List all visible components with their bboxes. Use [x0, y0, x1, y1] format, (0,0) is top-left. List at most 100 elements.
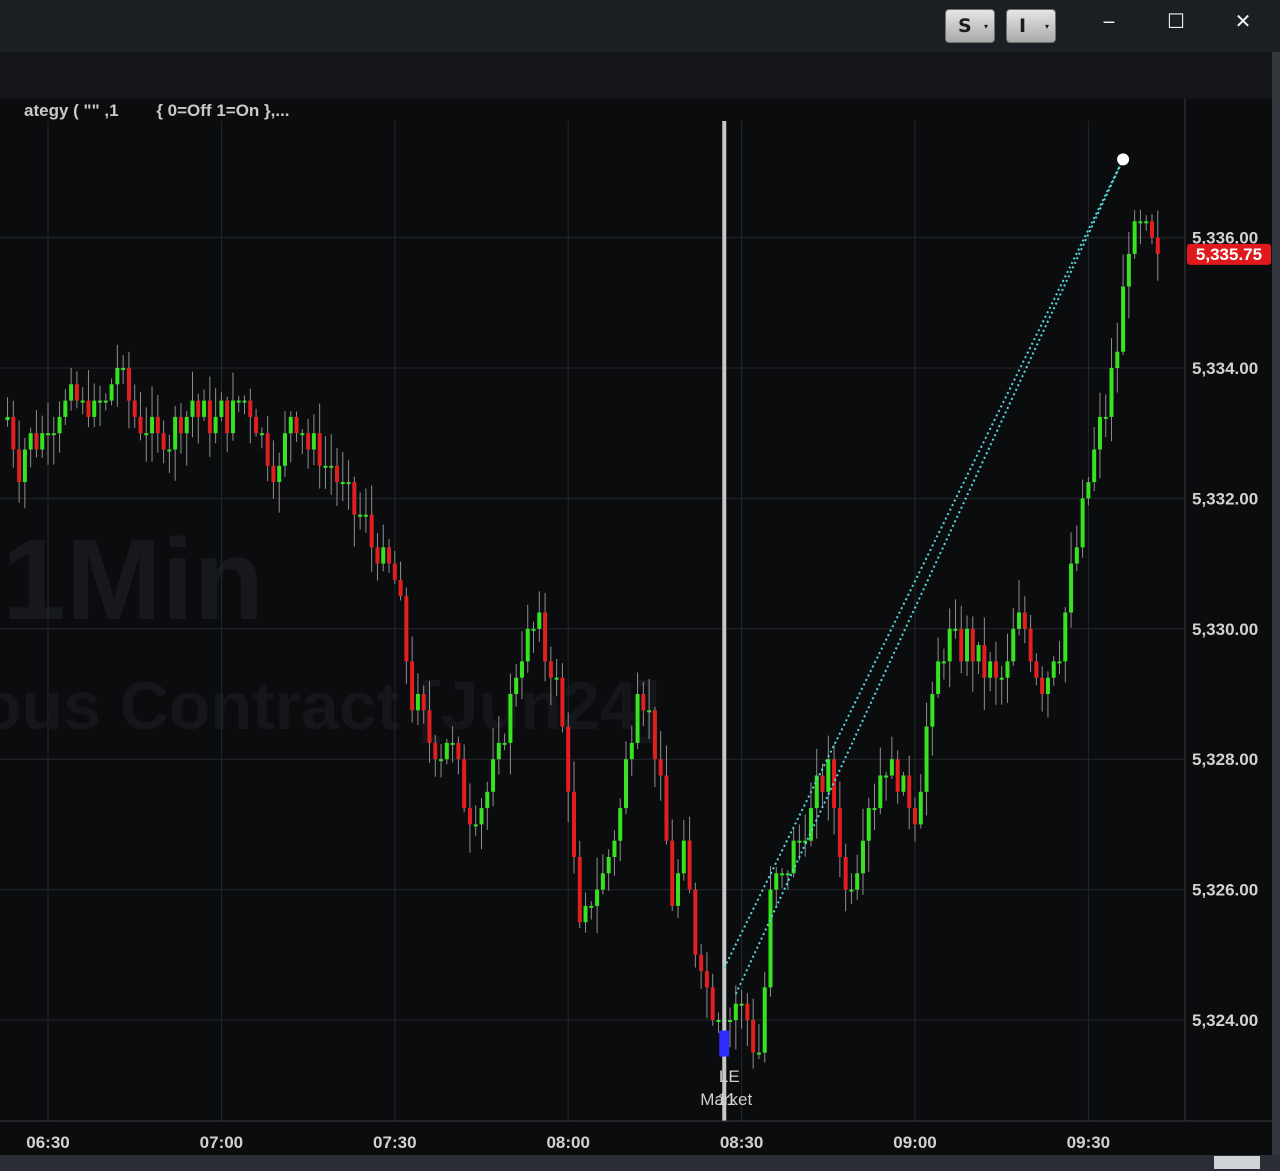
- candle-up: [965, 628, 970, 662]
- candle-down: [254, 416, 259, 434]
- time-tick-label: 09:30: [1067, 1133, 1110, 1152]
- candle-down: [687, 840, 692, 890]
- candle-down: [699, 954, 704, 972]
- candle-up: [618, 808, 623, 841]
- candle-up: [381, 547, 386, 564]
- candle-down: [132, 400, 137, 417]
- time-axis[interactable]: 06:30 07:00 07:30 08:00 08:30 09:00 09:30: [0, 1120, 1272, 1152]
- candle-down: [352, 482, 357, 515]
- candle-down: [843, 857, 848, 890]
- candle-down: [1022, 612, 1027, 629]
- horizontal-scrollbar[interactable]: [0, 1155, 1280, 1171]
- price-axis[interactable]: 5,324.00 5,326.00 5,328.00 5,330.00 5,332.00…: [1184, 99, 1271, 1121]
- candle-down: [548, 661, 553, 678]
- candle-down: [317, 433, 322, 466]
- candle-down: [907, 775, 912, 809]
- s-button-label: S: [958, 15, 972, 37]
- candle-up: [5, 416, 10, 421]
- candle-up: [988, 661, 993, 678]
- s-dropdown-button[interactable]: S ▾: [945, 9, 995, 43]
- candle-up: [1115, 351, 1120, 368]
- trade-label-le: LE: [719, 1067, 740, 1086]
- candle-up: [774, 873, 779, 890]
- watermark-symbol: ,1Min: [0, 516, 264, 644]
- chevron-down-icon: ▾: [983, 22, 988, 31]
- price-chart[interactable]: ,1Min ous Contract [Jun24] LEMarket11 5,…: [0, 99, 1280, 1155]
- candle-up: [525, 628, 530, 662]
- candle-down: [970, 628, 975, 662]
- time-tick-label: 07:00: [200, 1133, 243, 1152]
- candle-up: [629, 742, 634, 760]
- candle-up: [167, 449, 172, 452]
- candle-up: [595, 889, 600, 906]
- price-tick-label: 5,326.00: [1192, 881, 1258, 900]
- time-tick-label: 09:00: [893, 1133, 936, 1152]
- i-button-label: I: [1019, 15, 1027, 37]
- candle-up: [439, 759, 444, 762]
- candle-down: [1034, 661, 1039, 678]
- candle-down: [1028, 628, 1033, 662]
- strategy-status-text: ategy ( "" ,1 { 0=Off 1=On },...: [24, 101, 290, 120]
- candle-down: [207, 400, 212, 434]
- candle-up: [444, 742, 449, 760]
- candle-down: [652, 710, 657, 760]
- candle-up: [941, 661, 946, 664]
- title-bar: S ▾ I ▾ ‒ ☐ ✕: [0, 0, 1280, 52]
- candle-down: [664, 775, 669, 841]
- candle-down: [456, 742, 461, 760]
- candle-up: [485, 791, 490, 809]
- candle-down: [196, 400, 201, 417]
- candle-up: [976, 645, 981, 662]
- candle-up: [288, 416, 293, 434]
- candle-down: [959, 628, 964, 662]
- candle-up: [1017, 612, 1022, 629]
- candle-down: [704, 971, 709, 988]
- candle-up: [918, 791, 923, 825]
- candle-up: [277, 465, 282, 483]
- candle-up: [115, 368, 120, 385]
- candle-up: [600, 873, 605, 890]
- candle-up: [884, 775, 889, 778]
- candle-up: [109, 384, 114, 401]
- candle-up: [739, 1003, 744, 1006]
- candle-up: [924, 726, 929, 792]
- candle-up: [814, 775, 819, 809]
- candle-down: [410, 661, 415, 711]
- candle-down: [225, 400, 230, 434]
- minimize-button[interactable]: ‒: [1089, 6, 1129, 36]
- candle-down: [138, 416, 143, 434]
- candle-down: [641, 694, 646, 711]
- candle-up: [1138, 221, 1143, 224]
- candle-up: [791, 840, 796, 874]
- candle-up: [1051, 661, 1056, 678]
- candle-down: [467, 808, 472, 825]
- candle-down: [306, 433, 311, 450]
- chart-canvas[interactable]: ,1Min ous Contract [Jun24] LEMarket11 5,…: [0, 99, 1280, 1155]
- chart-toolbar: [0, 52, 1280, 99]
- i-dropdown-button[interactable]: I ▾: [1006, 9, 1056, 43]
- maximize-button[interactable]: ☐: [1156, 6, 1196, 36]
- candle-up: [508, 694, 513, 743]
- candle-up: [624, 759, 628, 809]
- close-button[interactable]: ✕: [1223, 6, 1263, 36]
- candle-up: [473, 824, 478, 827]
- candle-down: [178, 416, 183, 434]
- candle-up: [554, 677, 559, 680]
- candle-up: [716, 1020, 721, 1022]
- candle-up: [57, 416, 62, 434]
- candle-up: [1126, 253, 1131, 287]
- candle-up: [300, 433, 305, 436]
- time-tick-label: 06:30: [26, 1133, 69, 1152]
- candle-up: [80, 400, 85, 403]
- candle-down: [271, 465, 276, 483]
- time-tick-label: 07:30: [373, 1133, 416, 1152]
- candle-up: [531, 628, 536, 631]
- candle-up: [1069, 563, 1074, 613]
- candle-up: [1092, 449, 1097, 483]
- scrollbar-thumb[interactable]: [1214, 1156, 1260, 1169]
- candle-up: [1005, 661, 1010, 678]
- candle-up: [733, 1003, 738, 1020]
- candle-up: [1045, 677, 1050, 694]
- candle-up: [202, 400, 207, 417]
- candle-up: [681, 840, 686, 874]
